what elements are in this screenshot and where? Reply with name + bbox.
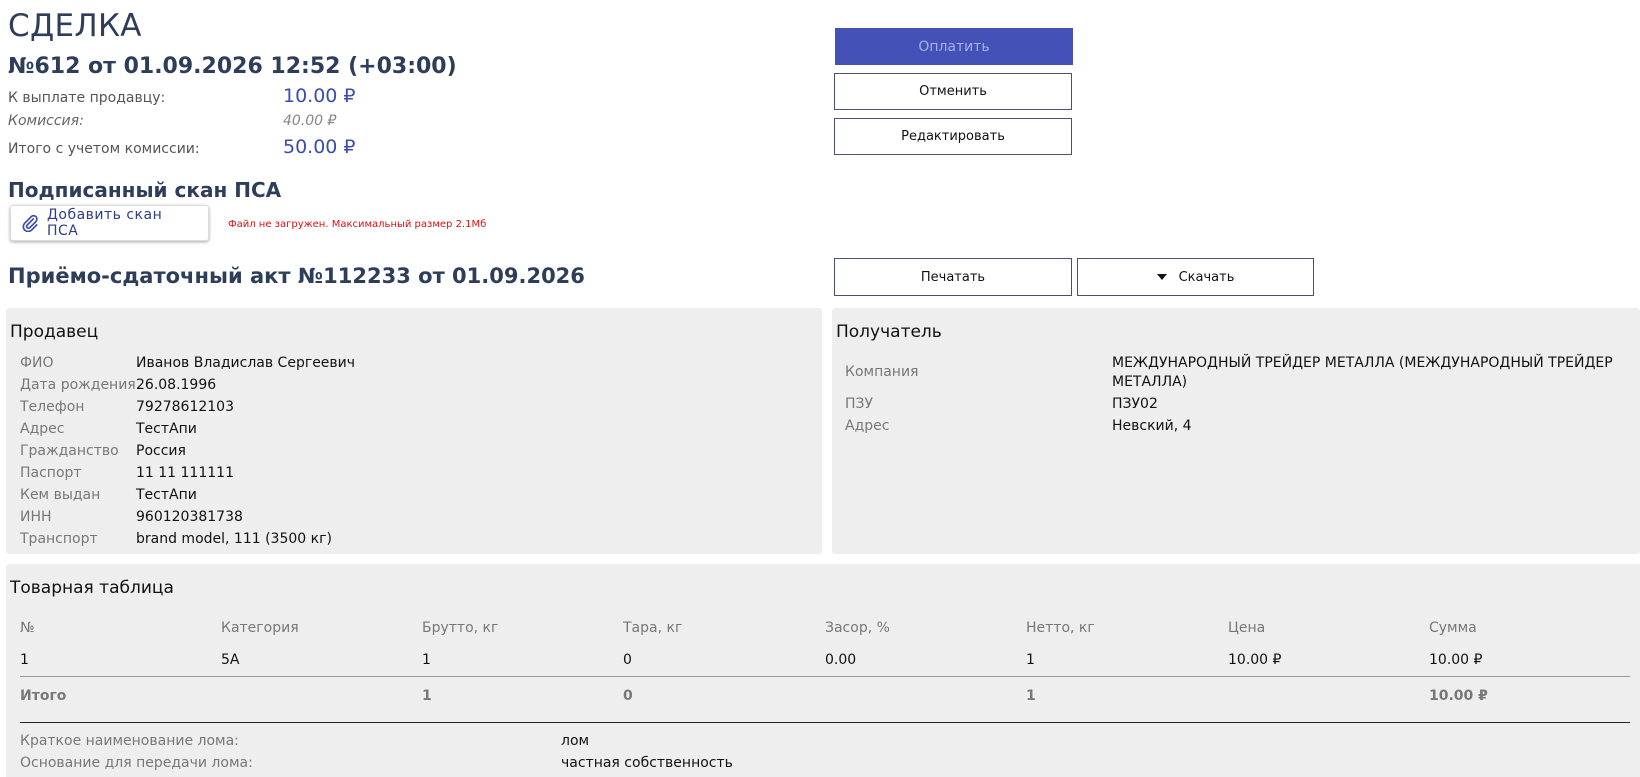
basis-value: частная собственность [561, 755, 733, 771]
scan-title: Подписанный скан ПСА [8, 178, 282, 202]
deal-page: СДЕЛКА №612 от 01.09.2026 12:52 (+03:00)… [0, 0, 1640, 777]
field-value: 79278612103 [136, 399, 234, 415]
seller-title: Продавец [10, 322, 99, 342]
col-header-tare: Тара, кг [623, 620, 683, 636]
field-value: 26.08.1996 [136, 377, 217, 393]
receiver-panel: Получатель Компания МЕЖДУНАРОДНЫЙ ТРЕЙДЕ… [832, 308, 1640, 554]
caret-down-icon [1156, 274, 1167, 280]
field-value: 11 11 111111 [136, 465, 234, 481]
field-label: ИНН [20, 509, 52, 525]
short-name-value: лом [561, 733, 590, 749]
field-label: ФИО [20, 355, 54, 371]
to-seller-value: 10.00 ₽ [283, 85, 356, 107]
col-header-number: № [20, 620, 35, 636]
field-value: Иванов Владислав Сергеевич [136, 355, 356, 371]
table-cell: 0 [623, 652, 632, 668]
total-label: Итого с учетом комиссии: [8, 141, 200, 157]
download-button[interactable]: Скачать [1077, 258, 1314, 296]
seller-fields: ФИО Иванов Владислав Сергеевич Дата рожд… [20, 355, 810, 555]
field-label: Транспорт [20, 531, 98, 547]
table-cell: 1 [1026, 652, 1035, 668]
table-cell: 1 [422, 652, 431, 668]
field-value: 960120381738 [136, 509, 243, 525]
total-gross: 1 [422, 688, 432, 704]
col-header-category: Категория [221, 620, 299, 636]
col-header-sum: Сумма [1429, 620, 1477, 636]
add-scan-label: Добавить скан ПСА [46, 207, 163, 239]
pzu-value: ПЗУ02 [1112, 396, 1158, 412]
upload-error-text: Файл не загружен. Максимальный размер 2.… [228, 219, 487, 230]
receiver-fields: Компания МЕЖДУНАРОДНЫЙ ТРЕЙДЕР МЕТАЛЛА (… [845, 355, 1625, 555]
total-value: 50.00 ₽ [283, 136, 356, 158]
total-label: Итого [20, 688, 67, 704]
divider [20, 676, 1630, 677]
table-cell: 1 [20, 652, 29, 668]
col-header-price: Цена [1228, 620, 1266, 636]
company-value-line2: МЕТАЛЛА) [1112, 374, 1188, 390]
pay-button[interactable]: Оплатить [835, 28, 1073, 65]
total-net: 1 [1026, 688, 1036, 704]
address-label: Адрес [845, 418, 890, 434]
field-value: brand model, 111 (3500 кг) [136, 531, 332, 547]
field-label: Адрес [20, 421, 65, 437]
table-cell: 0.00 [825, 652, 857, 668]
deal-number: №612 от 01.09.2026 12:52 (+03:00) [8, 54, 457, 79]
field-value: Россия [136, 443, 186, 459]
receiver-title: Получатель [836, 322, 942, 342]
address-value: Невский, 4 [1112, 418, 1192, 434]
print-button[interactable]: Печатать [834, 258, 1072, 296]
commission-label: Комиссия: [8, 113, 84, 129]
divider [20, 722, 1630, 723]
total-row: Итого с учетом комиссии: 50.00 ₽ [8, 136, 356, 158]
cancel-button[interactable]: Отменить [834, 73, 1072, 110]
short-name-label: Краткое наименование лома: [20, 733, 239, 749]
commission-row: Комиссия: 40.00 ₽ [8, 113, 336, 129]
field-value: ТестАпи [136, 487, 197, 503]
table-cell: 5А [221, 652, 240, 668]
field-label: Кем выдан [20, 487, 101, 503]
basis-label: Основание для передачи лома: [20, 755, 253, 771]
company-label: Компания [845, 364, 919, 380]
company-value-line1: МЕЖДУНАРОДНЫЙ ТРЕЙДЕР МЕТАЛЛА (МЕЖДУНАРО… [1112, 355, 1613, 371]
field-label: Дата рождения [20, 377, 136, 393]
goods-panel [6, 564, 1640, 777]
act-title: Приёмо-сдаточный акт №112233 от 01.09.20… [8, 264, 585, 288]
field-label: Паспорт [20, 465, 82, 481]
total-tare: 0 [623, 688, 633, 704]
field-label: Гражданство [20, 443, 119, 459]
page-title: СДЕЛКА [8, 8, 142, 44]
to-seller-row: К выплате продавцу: 10.00 ₽ [8, 85, 356, 107]
pzu-label: ПЗУ [845, 396, 874, 412]
to-seller-label: К выплате продавцу: [8, 90, 166, 106]
field-value: ТестАпи [136, 421, 197, 437]
table-cell: 10.00 ₽ [1228, 652, 1282, 668]
total-sum: 10.00 ₽ [1429, 688, 1488, 704]
col-header-gross: Брутто, кг [422, 620, 499, 636]
add-scan-button[interactable]: Добавить скан ПСА [10, 205, 209, 241]
field-label: Телефон [20, 399, 85, 415]
goods-title: Товарная таблица [10, 578, 174, 598]
col-header-net: Нетто, кг [1026, 620, 1095, 636]
edit-button[interactable]: Редактировать [834, 118, 1072, 155]
commission-value: 40.00 ₽ [283, 113, 337, 129]
paperclip-icon [22, 214, 38, 232]
table-cell: 10.00 ₽ [1429, 652, 1483, 668]
download-label: Скачать [1178, 269, 1235, 285]
col-header-debris: Засор, % [825, 620, 890, 636]
seller-panel: Продавец ФИО Иванов Владислав Сергеевич … [6, 308, 822, 554]
